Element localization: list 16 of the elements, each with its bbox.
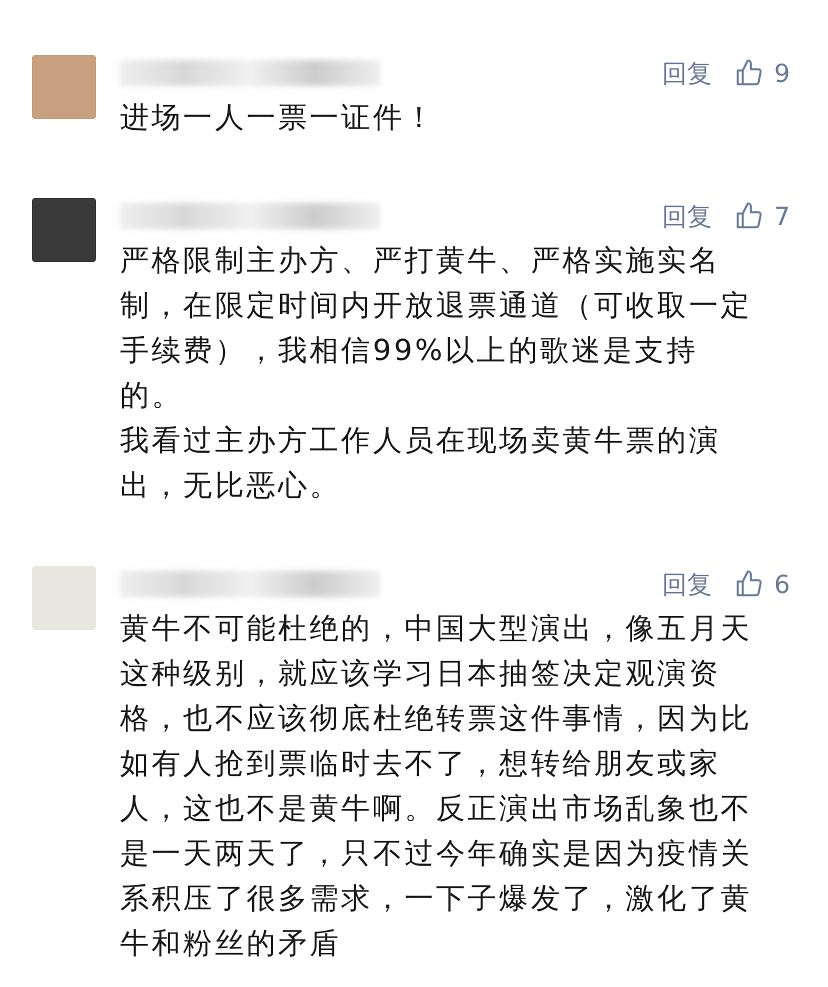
- thumb-up-icon[interactable]: [734, 58, 764, 88]
- reply-link[interactable]: 回复: [662, 200, 712, 232]
- avatar-placeholder: [32, 566, 96, 630]
- comment-text: 进场一人一票一证件！: [120, 99, 437, 136]
- like-count: 9: [774, 58, 790, 88]
- comment-text: 严格限制主办方、严打黄牛、严格实施实名制，在限定时间内开放退票通道（可收取一定手续费），我相信99%以上的歌迷是支持的。: [120, 242, 753, 414]
- avatar-placeholder: [32, 55, 96, 119]
- like-count: 7: [774, 202, 790, 230]
- reply-link[interactable]: 回复: [662, 568, 712, 600]
- comment-text: 我看过主办方工作人员在现场卖黄牛票的演出，无比恶心。: [120, 422, 722, 504]
- reply-link[interactable]: 回复: [662, 56, 712, 90]
- comment-text: 黄牛不可能杜绝的，中国大型演出，像五月天这种级别，就应该学习日本抽签决定观演资格，也不应该彻底杜绝转票这件事情，因为比如有人抢到票临时去不了，想转给朋友或家人，这也不是黄牛啊。反正演出市场乱象也不是一天两天了，只不过今年确实是因为疫情关系积压了很多需求，一下子爆发了，激化了黄牛和粉丝的矛盾: [120, 610, 753, 962]
- like-count: 6: [774, 570, 790, 598]
- thumb-up-icon[interactable]: [734, 569, 764, 599]
- thumb-up-icon[interactable]: [734, 201, 764, 231]
- avatar-placeholder: [32, 198, 96, 262]
